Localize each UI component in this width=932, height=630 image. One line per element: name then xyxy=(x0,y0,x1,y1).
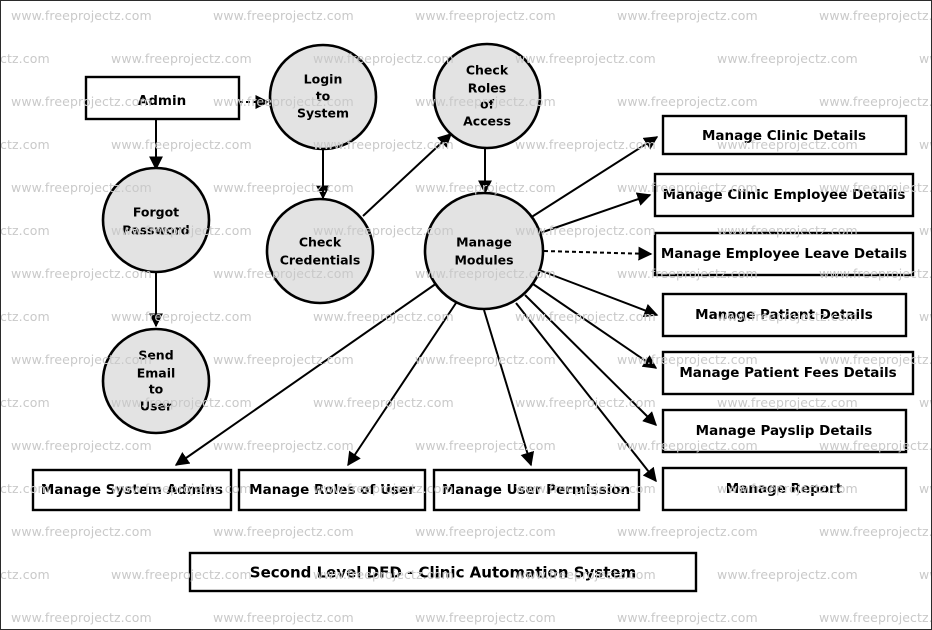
process-check-credentials[interactable]: Check Credentials xyxy=(265,197,375,305)
store-manage-clinic-details[interactable]: Manage Clinic Details xyxy=(661,114,908,156)
store-manage-system-admins[interactable]: Manage System Admins xyxy=(31,468,233,512)
store-manage-roles-of-user[interactable]: Manage Roles of User xyxy=(237,468,427,512)
flow-modules-to-user-permission xyxy=(483,309,535,467)
flow-lines xyxy=(149,95,659,483)
store-manage-patient-fees-details-label: Manage Patient Fees Details xyxy=(679,365,896,381)
flow-modules-to-clinic xyxy=(529,136,659,219)
store-manage-user-permission-label: Manage User Permission xyxy=(442,482,630,498)
flow-modules-to-report xyxy=(515,302,657,483)
process-check-credentials-shape xyxy=(265,197,375,305)
process-manage-modules-shape xyxy=(423,191,545,311)
process-manage-modules[interactable]: Manage Modules xyxy=(423,191,545,311)
store-manage-clinic-employee-details[interactable]: Manage Clinic Employee Details xyxy=(653,172,915,218)
store-manage-employee-leave-details-label: Manage Employee Leave Details xyxy=(661,246,907,262)
process-check-credentials-line-1: Check xyxy=(299,235,342,250)
store-manage-employee-leave-details[interactable]: Manage Employee Leave Details xyxy=(653,231,915,277)
process-manage-modules-line-2: Modules xyxy=(454,253,513,268)
flow-modules-to-sys-admins xyxy=(174,282,438,466)
process-check-credentials-line-2: Credentials xyxy=(280,253,361,268)
process-check-roles-line-4: Access xyxy=(463,114,511,129)
flow-modules-to-emp-leave xyxy=(543,246,653,261)
flow-modules-to-payslip xyxy=(524,294,657,426)
process-check-roles-line-1: Check xyxy=(466,63,509,78)
process-login[interactable]: Login to System xyxy=(268,43,378,151)
dfd-svg: Admin Login to System Check Roles of Acc… xyxy=(31,42,915,593)
process-manage-modules-line-1: Manage xyxy=(456,235,512,250)
diagram-title-box: Second Level DFD - Clinic Automation Sys… xyxy=(188,551,698,593)
process-forgot-password-line-2: Password xyxy=(122,223,189,238)
store-manage-system-admins-label: Manage System Admins xyxy=(41,482,223,498)
store-manage-payslip-details-label: Manage Payslip Details xyxy=(696,423,873,439)
process-login-line-1: Login xyxy=(304,72,343,87)
store-manage-report[interactable]: Manage Report xyxy=(661,466,908,512)
process-send-email-line-2: Email xyxy=(137,366,176,381)
process-login-line-3: System xyxy=(297,106,349,121)
process-send-email[interactable]: Send Email to User xyxy=(101,327,211,435)
process-forgot-password-line-1: Forgot xyxy=(133,205,179,220)
flow-modules-to-roles-of-user xyxy=(347,302,457,467)
dfd-diagram-canvas: Admin Login to System Check Roles of Acc… xyxy=(0,0,932,630)
process-forgot-password-shape xyxy=(101,166,211,274)
process-check-roles-line-3: of xyxy=(480,97,495,112)
process-send-email-line-1: Send xyxy=(138,348,173,363)
process-forgot-password[interactable]: Forgot Password xyxy=(101,166,211,274)
diagram-title-label: Second Level DFD - Clinic Automation Sys… xyxy=(250,564,636,582)
entity-admin-label: Admin xyxy=(138,93,186,109)
process-send-email-line-3: to xyxy=(149,382,164,397)
store-manage-payslip-details[interactable]: Manage Payslip Details xyxy=(661,408,908,454)
store-manage-patient-details[interactable]: Manage Patient Details xyxy=(661,292,908,338)
store-manage-user-permission[interactable]: Manage User Permission xyxy=(432,468,641,512)
flow-modules-to-patient xyxy=(538,269,659,318)
store-manage-patient-details-label: Manage Patient Details xyxy=(695,307,873,323)
process-login-line-2: to xyxy=(316,89,331,104)
store-manage-report-label: Manage Report xyxy=(726,481,843,497)
flow-credentials-to-roles xyxy=(362,133,453,217)
entity-admin[interactable]: Admin xyxy=(84,75,241,121)
store-manage-clinic-employee-details-label: Manage Clinic Employee Details xyxy=(663,187,906,203)
process-send-email-line-4: User xyxy=(140,399,173,414)
store-manage-roles-of-user-label: Manage Roles of User xyxy=(249,482,415,498)
store-manage-clinic-details-label: Manage Clinic Details xyxy=(702,128,866,144)
process-check-roles[interactable]: Check Roles of Access xyxy=(432,42,542,150)
flow-modules-to-patient-fees xyxy=(532,283,658,369)
process-check-roles-line-2: Roles xyxy=(468,81,506,96)
store-manage-patient-fees-details[interactable]: Manage Patient Fees Details xyxy=(661,350,915,396)
